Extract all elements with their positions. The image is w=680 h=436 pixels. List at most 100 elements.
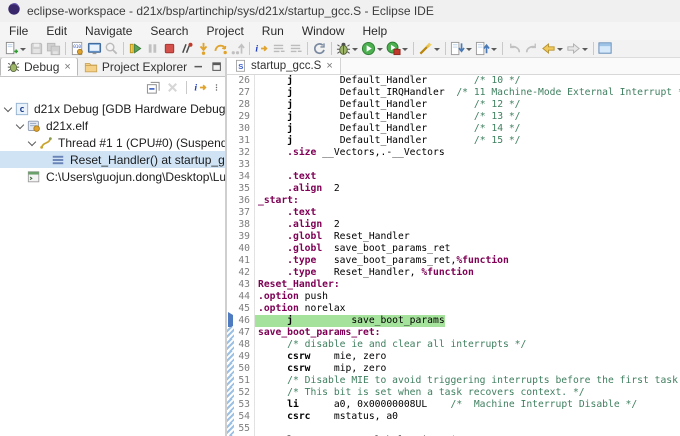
code-line-text[interactable]: .option push [255, 291, 328, 303]
instruction-stepping-mode-button[interactable]: i [192, 78, 209, 96]
close-icon[interactable]: × [64, 61, 70, 73]
code-line-text[interactable]: .type Reset_Handler, %function [255, 267, 474, 279]
code-line-text[interactable]: /* disable ie and clear all interrupts *… [255, 339, 526, 351]
step-into-button[interactable] [195, 40, 212, 58]
code-line-text[interactable]: Reset_Handler: [255, 279, 340, 291]
run-dropdown-icon[interactable] [377, 48, 383, 51]
instruction-stepping-button[interactable]: i [253, 40, 270, 58]
forward-dropdown-icon[interactable] [582, 48, 588, 51]
line-number[interactable]: 37 [234, 207, 255, 219]
line-number[interactable]: 54 [234, 411, 255, 423]
code-line-text[interactable]: .type save_boot_params_ret,%function [255, 255, 509, 267]
debug-button[interactable] [335, 40, 360, 58]
tab-project-explorer[interactable]: Project Explorer [78, 58, 193, 76]
next-annotation-dropdown-icon[interactable] [466, 48, 472, 51]
line-number[interactable]: 51 [234, 375, 255, 387]
line-number[interactable]: 48 [234, 339, 255, 351]
tree-row[interactable]: cd21x Debug [GDB Hardware Debugging] [0, 100, 225, 117]
line-number[interactable]: 39 [234, 231, 255, 243]
line-number[interactable]: 49 [234, 351, 255, 363]
code-line-text[interactable]: /* Disable MIE to avoid triggering inter… [255, 375, 680, 387]
resume-button[interactable] [127, 40, 144, 58]
back-button[interactable] [540, 40, 565, 58]
menu-edit[interactable]: Edit [37, 22, 76, 40]
menu-search[interactable]: Search [141, 22, 197, 40]
line-number[interactable]: 26 [234, 75, 255, 87]
code-line-text[interactable]: .align 2 [255, 219, 340, 231]
line-number[interactable]: 31 [234, 135, 255, 147]
code-line-text[interactable]: _start: [255, 195, 299, 207]
new-wizard-button[interactable] [3, 40, 28, 58]
code-line-text[interactable] [255, 423, 258, 435]
open-perspective-button[interactable] [597, 40, 614, 58]
terminate-button[interactable] [161, 40, 178, 58]
code-line-text[interactable]: j Default_Handler /* 12 */ [255, 99, 521, 111]
memory-monitor-button[interactable] [86, 40, 103, 58]
code-line-text[interactable]: .globl save_boot_params_ret [255, 243, 450, 255]
code-line-text[interactable]: j Default_Handler /* 10 */ [255, 75, 521, 87]
line-number[interactable]: 53 [234, 399, 255, 411]
line-number[interactable]: 44 [234, 291, 255, 303]
code-line-text[interactable]: csrc mstatus, a0 [255, 411, 398, 423]
code-line-text[interactable]: .globl Reset_Handler [255, 231, 410, 243]
line-number[interactable]: 32 [234, 147, 255, 159]
tree-row[interactable]: Thread #1 1 (CPU#0) (Suspended : [0, 134, 225, 151]
external-tools-button[interactable] [385, 40, 410, 58]
line-number[interactable]: 29 [234, 111, 255, 123]
code-line-text[interactable]: .align 2 [255, 183, 340, 195]
code-line-text[interactable]: j Default_Handler /* 14 */ [255, 123, 521, 135]
code-line-text[interactable]: li a0, 0x00000008UL /* Machine Interrupt… [255, 399, 637, 411]
line-number[interactable]: 55 [234, 423, 255, 435]
line-number[interactable]: 47 [234, 327, 255, 339]
code-line-text[interactable]: j Default_Handler /* 13 */ [255, 111, 521, 123]
disconnect-button[interactable] [178, 40, 195, 58]
line-number[interactable]: 43 [234, 279, 255, 291]
tab-startup_gcc.s[interactable]: Sstartup_gcc.S× [227, 58, 341, 74]
code-line-text[interactable]: j save_boot_params [255, 315, 445, 327]
collapse-all-button[interactable] [145, 78, 162, 96]
maximize-view-icon[interactable] [211, 61, 223, 76]
expand-chevron-icon[interactable] [28, 138, 37, 147]
line-number[interactable]: 45 [234, 303, 255, 315]
line-number[interactable]: 40 [234, 243, 255, 255]
code-line-text[interactable]: /* This bit is set when a task recovers … [255, 387, 585, 399]
restart-button[interactable] [311, 40, 328, 58]
code-line-text[interactable]: csrw mip, zero [255, 363, 386, 375]
code-line-text[interactable] [255, 159, 258, 171]
next-annotation-button[interactable] [449, 40, 474, 58]
view-menu-button[interactable] [211, 78, 222, 96]
code-line-text[interactable]: .option norelax [255, 303, 346, 315]
expand-chevron-icon[interactable] [4, 104, 13, 113]
previous-annotation-button[interactable] [474, 40, 499, 58]
tree-row[interactable]: Reset_Handler() at startup_gcc.S: [0, 151, 225, 168]
expand-chevron-icon[interactable] [16, 121, 25, 130]
minimize-view-icon[interactable] [193, 61, 205, 76]
code-line-text[interactable]: .size __Vectors,.-__Vectors [255, 147, 445, 159]
external-tools-dropdown-icon[interactable] [402, 48, 408, 51]
back-dropdown-icon[interactable] [557, 48, 563, 51]
menu-help[interactable]: Help [354, 22, 397, 40]
run-button[interactable] [360, 40, 385, 58]
wand-tool-dropdown-icon[interactable] [434, 48, 440, 51]
line-number[interactable]: 30 [234, 123, 255, 135]
line-number[interactable]: 42 [234, 267, 255, 279]
line-number[interactable]: 35 [234, 183, 255, 195]
code-line-text[interactable]: csrw mie, zero [255, 351, 386, 363]
menu-navigate[interactable]: Navigate [76, 22, 141, 40]
binary-file-button[interactable]: 010 [69, 40, 86, 58]
line-number[interactable]: 34 [234, 171, 255, 183]
code-editor[interactable]: 26 j Default_Handler /* 10 */27 j Defaul… [227, 75, 680, 436]
line-number[interactable]: 27 [234, 87, 255, 99]
close-icon[interactable]: × [326, 60, 332, 72]
code-line-text[interactable]: j Default_IRQHandler /* 11 Machine-Mode … [255, 87, 680, 99]
line-number[interactable]: 52 [234, 387, 255, 399]
menu-run[interactable]: Run [253, 22, 293, 40]
new-wizard-dropdown-icon[interactable] [20, 48, 26, 51]
menu-project[interactable]: Project [197, 22, 252, 40]
wand-tool-button[interactable] [417, 40, 442, 58]
tab-debug[interactable]: Debug× [0, 58, 78, 76]
line-number[interactable]: 41 [234, 255, 255, 267]
line-number[interactable]: 36 [234, 195, 255, 207]
code-line-text[interactable]: .text [255, 171, 316, 183]
previous-annotation-dropdown-icon[interactable] [491, 48, 497, 51]
